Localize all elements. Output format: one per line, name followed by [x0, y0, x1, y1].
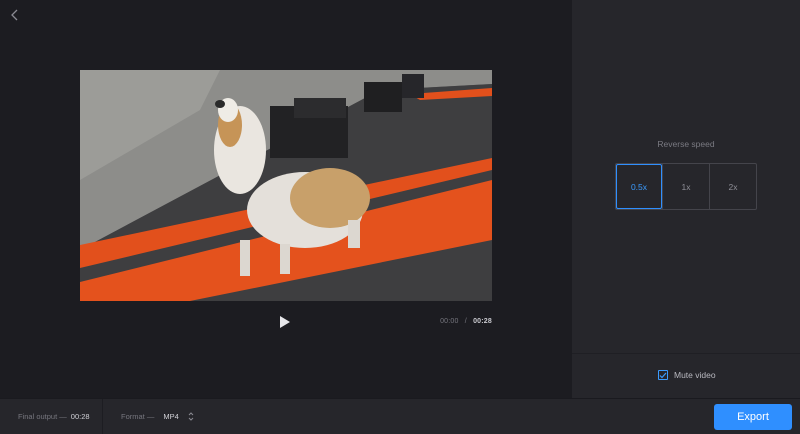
timecode: 00:00 / 00:28	[440, 318, 492, 325]
final-output-label: Final output —	[18, 412, 67, 421]
speed-option-1x[interactable]: 1x	[662, 164, 709, 209]
video-reverser-app: 00:00 / 00:28 Reverse speed 0.5x 1x 2x M…	[0, 0, 800, 434]
chevron-up-down-icon	[188, 412, 194, 421]
checkmark-icon	[659, 372, 667, 378]
current-time: 00:00	[440, 318, 459, 325]
bottom-divider	[102, 399, 103, 434]
mute-video-toggle[interactable]: Mute video	[658, 370, 716, 380]
final-output-value: 00:28	[70, 412, 90, 421]
total-time: 00:28	[473, 318, 492, 325]
preview-panel: 00:00 / 00:28	[0, 0, 572, 398]
export-button[interactable]: Export	[714, 404, 792, 430]
final-output: Final output — 00:28	[18, 399, 90, 434]
video-frame-image	[80, 70, 492, 301]
time-separator: /	[464, 318, 467, 325]
speed-option-2x[interactable]: 2x	[709, 164, 756, 209]
divider	[572, 353, 800, 354]
settings-panel: Reverse speed 0.5x 1x 2x Mute video	[572, 0, 800, 398]
play-icon	[280, 316, 290, 328]
video-preview	[80, 70, 492, 301]
speed-option-0-5x[interactable]: 0.5x	[616, 164, 662, 209]
mute-checkbox[interactable]	[658, 370, 668, 380]
play-button[interactable]	[276, 313, 294, 331]
bottom-bar: Final output — 00:28 Format — MP4	[0, 398, 800, 434]
reverse-speed-label: Reverse speed	[657, 139, 715, 149]
format-selector[interactable]: Format — MP4	[121, 399, 194, 434]
format-label: Format —	[121, 412, 155, 421]
speed-selector: 0.5x 1x 2x	[615, 163, 757, 210]
back-button[interactable]	[6, 6, 24, 24]
format-value: MP4	[163, 412, 179, 421]
mute-video-label: Mute video	[674, 370, 716, 380]
chevron-left-icon	[11, 9, 18, 21]
